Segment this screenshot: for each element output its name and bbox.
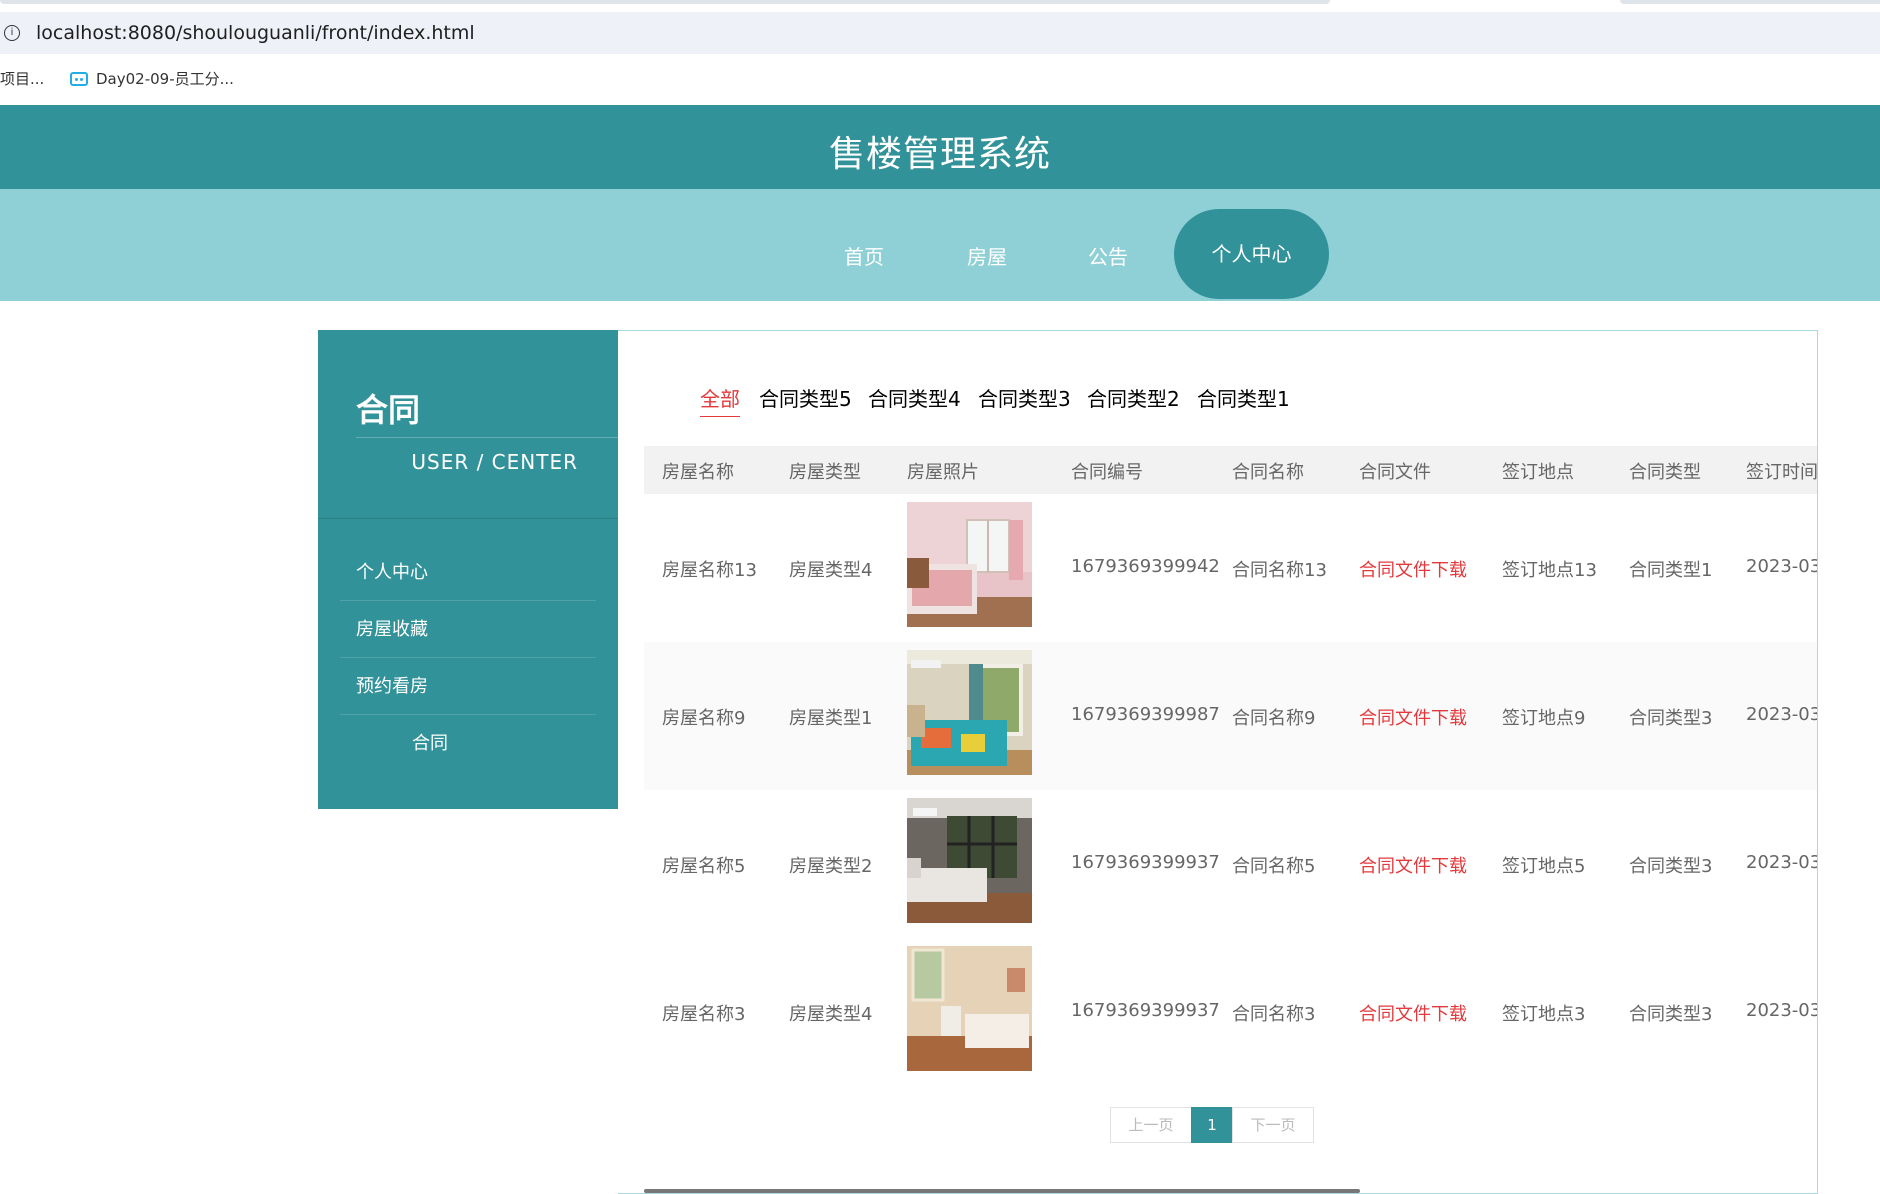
- bedroom-grey-photo: [907, 798, 1032, 923]
- house-name: 房屋名称5: [662, 856, 746, 877]
- column-header: 签订地点: [1502, 462, 1574, 483]
- contract-name: 合同名称3: [1232, 1004, 1316, 1025]
- sidebar-title: 合同: [356, 391, 421, 429]
- house-name: 房屋名称3: [662, 1004, 746, 1025]
- sign-time: 2023-03-: [1746, 704, 1817, 725]
- contract-file-download-link[interactable]: 合同文件下载: [1359, 1000, 1467, 1026]
- table-row[interactable]: 房屋名称9 房屋类型1 1679369399987 合同名称9 合同文件下载 签…: [644, 642, 1817, 790]
- prev-page-button[interactable]: 上一页: [1110, 1107, 1192, 1143]
- column-header: 房屋照片: [907, 462, 979, 483]
- contract-file-download-link[interactable]: 合同文件下载: [1359, 556, 1467, 582]
- nav-item-user-center[interactable]: 个人中心: [1174, 209, 1329, 299]
- sidebar-item-favorites[interactable]: 房屋收藏: [340, 602, 596, 658]
- sign-time: 2023-03-: [1746, 852, 1817, 873]
- next-page-button[interactable]: 下一页: [1232, 1107, 1314, 1143]
- house-photo[interactable]: [907, 650, 1032, 775]
- table-row[interactable]: 房屋名称5 房屋类型2 1679369399937 合同名称5 合同文件下载 签…: [644, 790, 1817, 938]
- contract-name: 合同名称9: [1232, 708, 1316, 729]
- column-header: 房屋名称: [662, 462, 734, 483]
- contract-number: 1679369399987: [1071, 704, 1220, 725]
- divider: [318, 518, 618, 519]
- table-row[interactable]: 房屋名称13 房屋类型4 1679369399942 合同名称13 合同文件下载: [644, 494, 1817, 642]
- horizontal-scrollbar[interactable]: [618, 1189, 1817, 1193]
- contract-number: 1679369399937: [1071, 1000, 1220, 1021]
- house-type: 房屋类型1: [789, 708, 873, 729]
- address-bar[interactable]: i localhost:8080/shoulouguanli/front/ind…: [0, 12, 1880, 54]
- divider: [356, 437, 618, 438]
- contract-name: 合同名称13: [1232, 560, 1327, 581]
- sidebar-item-viewing[interactable]: 预约看房: [340, 659, 596, 715]
- column-header: 合同文件: [1359, 462, 1431, 483]
- house-name: 房屋名称13: [662, 560, 757, 581]
- tab-contract-type-1[interactable]: 合同类型1: [1197, 383, 1290, 412]
- tab-contract-type-3[interactable]: 合同类型3: [978, 383, 1071, 412]
- scrollbar-thumb[interactable]: [644, 1189, 1360, 1193]
- nav-item-home[interactable]: 首页: [844, 241, 884, 270]
- browser-tab[interactable]: [0, 0, 1330, 4]
- bilibili-icon: [70, 72, 88, 86]
- sidebar-subtitle: USER / CENTER: [411, 450, 578, 474]
- sidebar: 合同 USER / CENTER 个人中心 房屋收藏 预约看房 合同: [318, 330, 618, 809]
- tab-contract-type-4[interactable]: 合同类型4: [868, 383, 961, 412]
- column-header: 房屋类型: [789, 462, 861, 483]
- house-type: 房屋类型2: [789, 856, 873, 877]
- contract-file-download-link[interactable]: 合同文件下载: [1359, 704, 1467, 730]
- bedroom-window-photo: [907, 650, 1032, 775]
- column-header: 合同编号: [1071, 462, 1143, 483]
- url-text[interactable]: localhost:8080/shoulouguanli/front/index…: [36, 22, 475, 44]
- sign-time: 2023-03-: [1746, 556, 1817, 577]
- contract-name: 合同名称5: [1232, 856, 1316, 877]
- house-photo[interactable]: [907, 502, 1032, 627]
- browser-tab[interactable]: [1620, 0, 1880, 4]
- house-photo[interactable]: [907, 798, 1032, 923]
- nav-item-notices[interactable]: 公告: [1088, 241, 1128, 270]
- sidebar-item-label: 合同: [412, 733, 448, 754]
- bookmarks-bar: 项目... Day02-09-员工分...: [0, 54, 1880, 106]
- sign-place: 签订地点3: [1502, 1004, 1586, 1025]
- contract-number: 1679369399942: [1071, 556, 1220, 577]
- sidebar-item-label: 房屋收藏: [356, 619, 428, 640]
- contract-type: 合同类型3: [1629, 1004, 1713, 1025]
- contract-type: 合同类型3: [1629, 856, 1713, 877]
- contract-file-download-link[interactable]: 合同文件下载: [1359, 852, 1467, 878]
- sign-place: 签订地点13: [1502, 560, 1597, 581]
- house-name: 房屋名称9: [662, 708, 746, 729]
- page-number-button[interactable]: 1: [1191, 1107, 1233, 1143]
- site-header: 售楼管理系统: [0, 105, 1880, 189]
- tab-contract-type-2[interactable]: 合同类型2: [1087, 383, 1180, 412]
- tab-all[interactable]: 全部: [700, 383, 740, 417]
- sign-place: 签订地点9: [1502, 708, 1586, 729]
- contract-type: 合同类型1: [1629, 560, 1713, 581]
- table-header: 房屋名称 房屋类型 房屋照片 合同编号 合同名称 合同文件 签订地点 合同类型 …: [644, 446, 1818, 494]
- column-header: 签订时间: [1746, 462, 1818, 483]
- main-nav: 首页 房屋 公告 个人中心: [0, 189, 1880, 301]
- sidebar-item-user-center[interactable]: 个人中心: [340, 545, 596, 601]
- site-info-icon[interactable]: i: [4, 25, 20, 41]
- house-type: 房屋类型4: [789, 560, 873, 581]
- site-title: 售楼管理系统: [828, 134, 1051, 175]
- content-panel: 全部 合同类型5 合同类型4 合同类型3 合同类型2 合同类型1 房屋名称 房屋…: [618, 330, 1818, 1194]
- sign-time: 2023-03-: [1746, 1000, 1817, 1021]
- sidebar-item-label: 个人中心: [356, 562, 428, 583]
- bookmark-item[interactable]: Day02-09-员工分...: [96, 68, 234, 89]
- column-header: 合同类型: [1629, 462, 1701, 483]
- bookmark-item[interactable]: 项目...: [0, 68, 44, 89]
- sign-place: 签订地点5: [1502, 856, 1586, 877]
- column-header: 合同名称: [1232, 462, 1304, 483]
- contract-number: 1679369399937: [1071, 852, 1220, 873]
- bedroom-beige-photo: [907, 946, 1032, 1071]
- bedroom-pink-photo: [907, 502, 1032, 627]
- house-type: 房屋类型4: [789, 1004, 873, 1025]
- sidebar-item-contract[interactable]: 合同: [340, 716, 596, 772]
- house-photo[interactable]: [907, 946, 1032, 1071]
- sidebar-item-label: 预约看房: [356, 676, 428, 697]
- nav-item-houses[interactable]: 房屋: [967, 241, 1007, 270]
- contract-type: 合同类型3: [1629, 708, 1713, 729]
- tab-contract-type-5[interactable]: 合同类型5: [759, 383, 852, 412]
- table-row[interactable]: 房屋名称3 房屋类型4 1679369399937 合同名称3 合同文件下载 签…: [644, 938, 1817, 1086]
